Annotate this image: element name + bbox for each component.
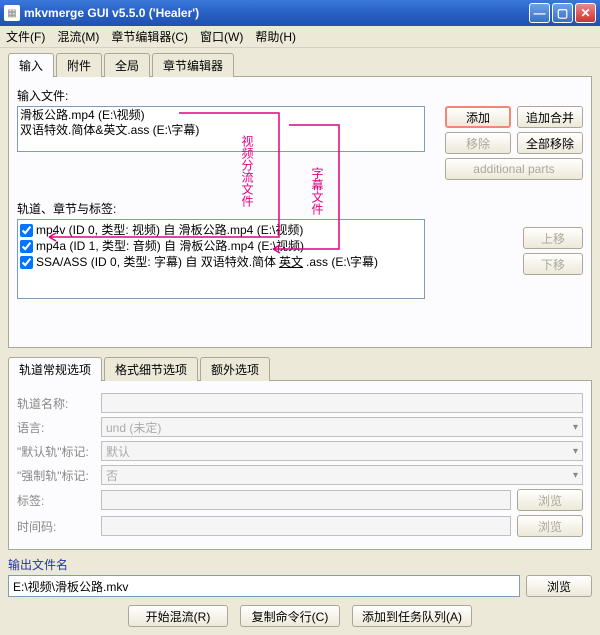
track-item[interactable]: mp4v (ID 0, 类型: 视频) 自 滑板公路.mp4 (E:\视频) <box>20 222 422 238</box>
sub-tabs: 轨道常规选项 格式细节选项 额外选项 <box>8 356 592 380</box>
menu-file[interactable]: 文件(F) <box>6 28 45 45</box>
timecode-input[interactable] <box>101 516 511 536</box>
browse-output-button[interactable]: 浏览 <box>526 575 592 597</box>
label-forced-track: "强制轨"标记: <box>17 467 95 484</box>
label-output-file: 输出文件名 <box>8 556 592 573</box>
input-panel: 视频分流文件 字幕文件 输入文件: 滑板公路.mp4 (E:\视频) 双语特效.… <box>8 76 592 348</box>
label-timecode: 时间码: <box>17 518 95 535</box>
remove-all-button[interactable]: 全部移除 <box>517 132 583 154</box>
close-button[interactable]: ✕ <box>575 3 596 23</box>
menu-help[interactable]: 帮助(H) <box>255 28 296 45</box>
menu-chapter-editor[interactable]: 章节编辑器(C) <box>111 28 188 45</box>
track-name-input[interactable] <box>101 393 583 413</box>
chevron-down-icon: ▾ <box>573 470 578 481</box>
tab-extra[interactable]: 额外选项 <box>200 357 270 381</box>
menu-mux[interactable]: 混流(M) <box>57 28 99 45</box>
app-icon: ▦ <box>4 5 20 21</box>
add-button[interactable]: 添加 <box>445 106 511 128</box>
output-file-input[interactable] <box>8 575 520 597</box>
label-language: 语言: <box>17 419 95 436</box>
remove-button[interactable]: 移除 <box>445 132 511 154</box>
menubar: 文件(F) 混流(M) 章节编辑器(C) 窗口(W) 帮助(H) <box>0 26 600 48</box>
tab-global[interactable]: 全局 <box>104 53 150 77</box>
tab-chapter-editor[interactable]: 章节编辑器 <box>152 53 234 77</box>
tab-attachments[interactable]: 附件 <box>56 53 102 77</box>
copy-command-button[interactable]: 复制命令行(C) <box>240 605 340 627</box>
label-track-name: 轨道名称: <box>17 395 95 412</box>
language-select[interactable]: und (未定)▾ <box>101 417 583 437</box>
chevron-down-icon: ▾ <box>573 446 578 457</box>
minimize-button[interactable]: — <box>529 3 550 23</box>
label-default-track: "默认轨"标记: <box>17 443 95 460</box>
default-track-select[interactable]: 默认▾ <box>101 441 583 461</box>
maximize-button[interactable]: ▢ <box>552 3 573 23</box>
track-checkbox[interactable] <box>20 256 33 269</box>
track-options-panel: 轨道名称: 语言: und (未定)▾ "默认轨"标记: 默认▾ "强制轨"标记… <box>8 380 592 550</box>
tab-track-general[interactable]: 轨道常规选项 <box>8 357 102 381</box>
track-item[interactable]: SSA/ASS (ID 0, 类型: 字幕) 自 双语特效.简体英文.ass (… <box>20 254 422 270</box>
label-input-files: 输入文件: <box>17 87 583 104</box>
titlebar: ▦ mkvmerge GUI v5.5.0 ('Healer') — ▢ ✕ <box>0 0 600 26</box>
track-list[interactable]: mp4v (ID 0, 类型: 视频) 自 滑板公路.mp4 (E:\视频) m… <box>17 219 425 299</box>
input-files-list[interactable]: 滑板公路.mp4 (E:\视频) 双语特效.简体&英文.ass (E:\字幕) <box>17 106 425 152</box>
forced-track-select[interactable]: 否▾ <box>101 465 583 485</box>
track-checkbox[interactable] <box>20 224 33 237</box>
track-item[interactable]: mp4a (ID 1, 类型: 音频) 自 滑板公路.mp4 (E:\视频) <box>20 238 422 254</box>
browse-tags-button[interactable]: 浏览 <box>517 489 583 511</box>
start-mux-button[interactable]: 开始混流(R) <box>128 605 228 627</box>
browse-timecode-button[interactable]: 浏览 <box>517 515 583 537</box>
file-item[interactable]: 双语特效.简体&英文.ass (E:\字幕) <box>20 123 422 138</box>
label-tags: 标签: <box>17 492 95 509</box>
track-checkbox[interactable] <box>20 240 33 253</box>
chevron-down-icon: ▾ <box>573 422 578 433</box>
menu-window[interactable]: 窗口(W) <box>200 28 243 45</box>
additional-parts-button[interactable]: additional parts <box>445 158 583 180</box>
main-tabs: 输入 附件 全局 章节编辑器 <box>8 52 592 76</box>
label-tracks: 轨道、章节与标签: <box>17 200 583 217</box>
move-up-button[interactable]: 上移 <box>523 227 583 249</box>
window-title: mkvmerge GUI v5.5.0 ('Healer') <box>24 6 529 20</box>
file-item[interactable]: 滑板公路.mp4 (E:\视频) <box>20 108 422 123</box>
move-down-button[interactable]: 下移 <box>523 253 583 275</box>
add-to-queue-button[interactable]: 添加到任务队列(A) <box>352 605 472 627</box>
tags-input[interactable] <box>101 490 511 510</box>
append-button[interactable]: 追加合并 <box>517 106 583 128</box>
tab-format-details[interactable]: 格式细节选项 <box>104 357 198 381</box>
tab-input[interactable]: 输入 <box>8 53 54 77</box>
